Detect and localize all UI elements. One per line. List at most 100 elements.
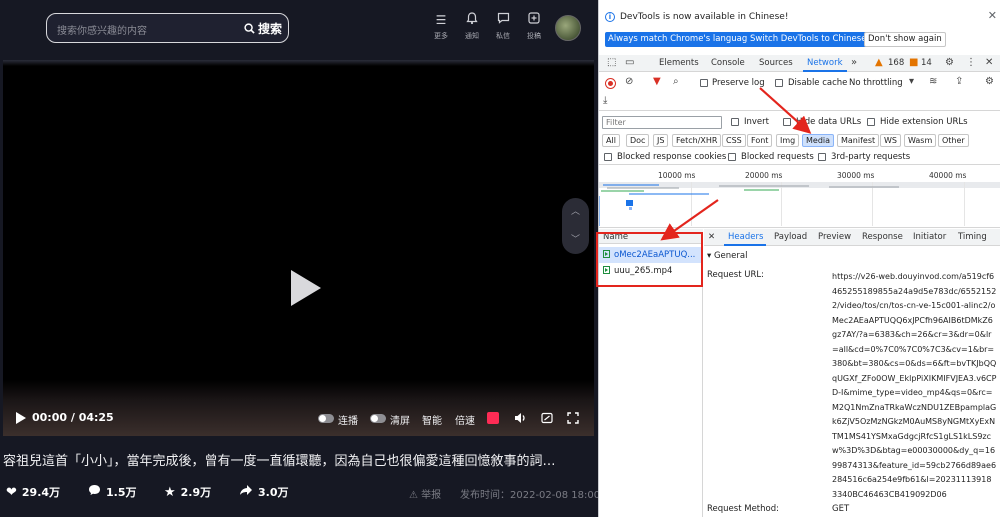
share-button[interactable]: 3.0万	[239, 484, 289, 500]
picture-in-picture-icon[interactable]	[541, 412, 553, 427]
upload-icon	[525, 12, 543, 28]
issues-count[interactable]: 14	[921, 58, 932, 68]
header-more[interactable]: ☰ 更多	[432, 12, 450, 41]
fullscreen-icon[interactable]	[567, 412, 579, 427]
third-party-checkbox[interactable]	[818, 153, 826, 161]
header-messages[interactable]: 私信	[494, 12, 512, 41]
inspect-element-icon[interactable]: ⬚	[607, 57, 616, 68]
favorite-button[interactable]: ★ 2.9万	[164, 484, 211, 500]
blocked-requests-label: Blocked requests	[741, 152, 814, 162]
devtools-tabbar: ⬚ ▭ Elements Console Sources Network » ▲…	[599, 55, 1000, 72]
autoplay-toggle[interactable]	[318, 414, 334, 423]
type-filter-wasm[interactable]: Wasm	[904, 134, 937, 147]
switch-chinese-button[interactable]: Switch DevTools to Chinese	[747, 32, 870, 47]
like-count: 29.4万	[21, 486, 61, 499]
tab-preview[interactable]: Preview	[818, 232, 851, 242]
export-har-icon[interactable]: ⤓	[603, 95, 607, 106]
avatar[interactable]	[555, 15, 581, 41]
report-link[interactable]: ⚠ 举报	[409, 486, 441, 501]
header-notifications[interactable]: 通知	[463, 12, 481, 41]
tab-timing[interactable]: Timing	[958, 232, 987, 242]
filter-icon[interactable]: ▼	[653, 76, 661, 87]
comment-button[interactable]: 1.5万	[88, 484, 137, 500]
tab-headers[interactable]: Headers	[728, 232, 763, 242]
import-har-icon[interactable]: ⇪	[955, 76, 963, 87]
quality-button[interactable]: 智能	[422, 412, 442, 427]
type-filter-font[interactable]: Font	[747, 134, 773, 147]
filter-bar: Filter Invert Hide data URLs Hide extens…	[599, 113, 1000, 165]
chevron-down-icon[interactable]: ﹀	[562, 226, 589, 254]
network-conditions-icon[interactable]: ≋	[929, 76, 937, 87]
header-notifications-label: 通知	[465, 32, 479, 40]
active-tab-indicator	[803, 70, 847, 72]
type-filter-media[interactable]: Media	[802, 134, 835, 147]
play-icon[interactable]	[291, 270, 321, 306]
request-url-label: Request URL:	[707, 270, 764, 280]
invert-checkbox[interactable]	[731, 118, 739, 126]
like-button[interactable]: ❤ 29.4万	[6, 484, 60, 500]
language-infobar: i DevTools is now available in Chinese! …	[599, 0, 1000, 53]
warnings-count[interactable]: 168	[888, 58, 904, 68]
type-filter-all[interactable]: All	[602, 134, 620, 147]
tab-elements[interactable]: Elements	[659, 58, 699, 68]
network-settings-icon[interactable]: ⚙	[985, 76, 994, 87]
clear-icon[interactable]: ⊘	[625, 76, 633, 87]
tab-initiator[interactable]: Initiator	[913, 232, 946, 242]
header-upload[interactable]: 投稿	[525, 12, 543, 41]
hide-data-urls-checkbox[interactable]	[783, 118, 791, 126]
type-filter-img[interactable]: Img	[776, 134, 800, 147]
type-filter-manifest[interactable]: Manifest	[837, 134, 880, 147]
device-toolbar-icon[interactable]: ▭	[625, 57, 634, 68]
player-controls: 00:00 / 04:25 连播 清屏 智能 倍速	[0, 400, 598, 436]
type-filter-ws[interactable]: WS	[880, 134, 901, 147]
timeline-overview[interactable]: 10000 ms 20000 ms 30000 ms 40000 ms	[599, 168, 1000, 228]
blocked-cookies-checkbox[interactable]	[604, 153, 612, 161]
tab-console[interactable]: Console	[711, 58, 745, 68]
close-details-icon[interactable]: ✕	[708, 232, 715, 242]
general-section-toggle[interactable]: ▾ General	[707, 251, 747, 261]
kebab-menu-icon[interactable]: ⋮	[966, 57, 976, 68]
search-button[interactable]: 搜索	[244, 20, 282, 37]
speed-button[interactable]: 倍速	[455, 412, 475, 427]
more-tabs-icon[interactable]: »	[851, 57, 857, 68]
filter-input[interactable]: Filter	[602, 116, 722, 129]
match-language-button[interactable]: Always match Chrome's language	[605, 32, 756, 47]
video-nav-pill: ︿ ﹀	[562, 198, 589, 254]
hide-extension-urls-checkbox[interactable]	[867, 118, 875, 126]
type-filter-js[interactable]: JS	[653, 134, 669, 147]
dont-show-again-button[interactable]: Don't show again	[864, 32, 946, 47]
invert-label: Invert	[744, 117, 769, 127]
search-box[interactable]: 搜索你感兴趣的内容 搜索	[46, 13, 289, 43]
search-input[interactable]: 搜索你感兴趣的内容	[57, 22, 147, 37]
close-icon[interactable]: ✕	[988, 9, 997, 22]
disable-cache-checkbox[interactable]	[775, 79, 783, 87]
search-button-label: 搜索	[257, 22, 282, 36]
header-icons: ☰ 更多 通知 私信 投稿	[432, 12, 543, 41]
close-devtools-icon[interactable]: ✕	[985, 57, 993, 68]
danmaku-icon[interactable]	[487, 412, 499, 424]
volume-icon[interactable]	[514, 412, 527, 427]
tab-sources[interactable]: Sources	[759, 58, 793, 68]
play-pause-icon[interactable]	[16, 412, 26, 424]
tab-network[interactable]: Network	[807, 58, 843, 68]
publish-time: 发布时间：2022-02-08 18:00	[460, 490, 598, 501]
gear-icon[interactable]: ⚙	[945, 57, 954, 68]
type-filter-fetch[interactable]: Fetch/XHR	[672, 134, 722, 147]
blocked-requests-checkbox[interactable]	[728, 153, 736, 161]
video-caption: 容祖兒這首「小小」，當年完成後，曾有一度一直循環聽，因為自己也很偏愛這種回憶敘事…	[3, 454, 556, 469]
type-filter-other[interactable]: Other	[938, 134, 969, 147]
clear-screen-label: 清屏	[390, 416, 410, 427]
request-url-value[interactable]: https://v26-web.douyinvod.com/a519cf6465…	[832, 270, 997, 502]
search-icon[interactable]: ⌕	[673, 76, 679, 87]
throttling-select[interactable]: No throttling	[849, 78, 903, 88]
video-player[interactable]	[3, 60, 594, 436]
record-icon[interactable]	[605, 78, 616, 89]
chevron-up-icon[interactable]: ︿	[562, 198, 589, 226]
type-filter-doc[interactable]: Doc	[626, 134, 650, 147]
preserve-log-checkbox[interactable]	[700, 79, 708, 87]
tab-payload[interactable]: Payload	[774, 232, 807, 242]
type-filter-css[interactable]: CSS	[722, 134, 746, 147]
clear-screen-toggle[interactable]	[370, 414, 386, 423]
tab-response[interactable]: Response	[862, 232, 903, 242]
chevron-down-icon[interactable]: ▾	[909, 76, 914, 87]
